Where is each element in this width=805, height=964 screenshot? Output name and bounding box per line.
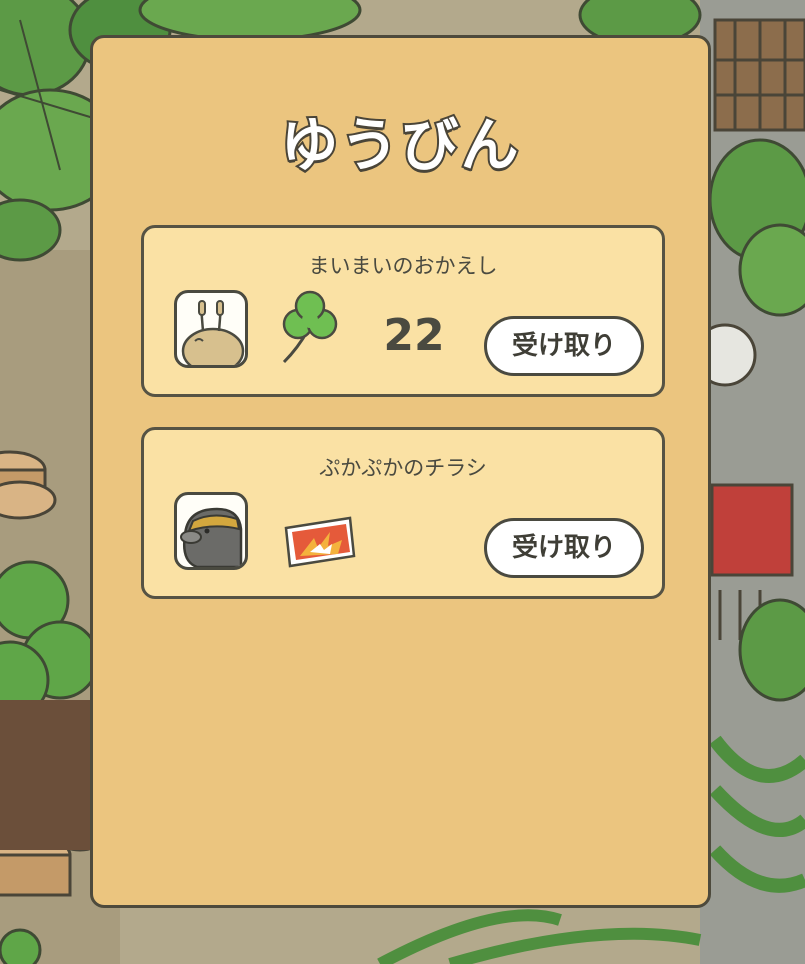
flyer-ticket-icon bbox=[280, 514, 356, 574]
mail-panel: ゆうびん まいまいのおかえし 22 受け取り ぷかぷかのチラシ 受け取り bbox=[90, 35, 711, 908]
mole-avatar-icon bbox=[174, 492, 248, 570]
mail-card: ぷかぷかのチラシ 受け取り bbox=[141, 427, 665, 599]
clover-icon bbox=[278, 290, 344, 370]
item-count: 22 bbox=[383, 310, 445, 361]
mail-sender: まいまいのおかえし bbox=[308, 254, 498, 278]
snail-avatar-icon bbox=[174, 290, 248, 368]
receive-button[interactable]: 受け取り bbox=[484, 316, 644, 376]
receive-button[interactable]: 受け取り bbox=[484, 518, 644, 578]
panel-title: ゆうびん bbox=[278, 109, 521, 181]
mail-sender: ぷかぷかのチラシ bbox=[319, 456, 487, 480]
mail-card: まいまいのおかえし 22 受け取り bbox=[141, 225, 665, 397]
